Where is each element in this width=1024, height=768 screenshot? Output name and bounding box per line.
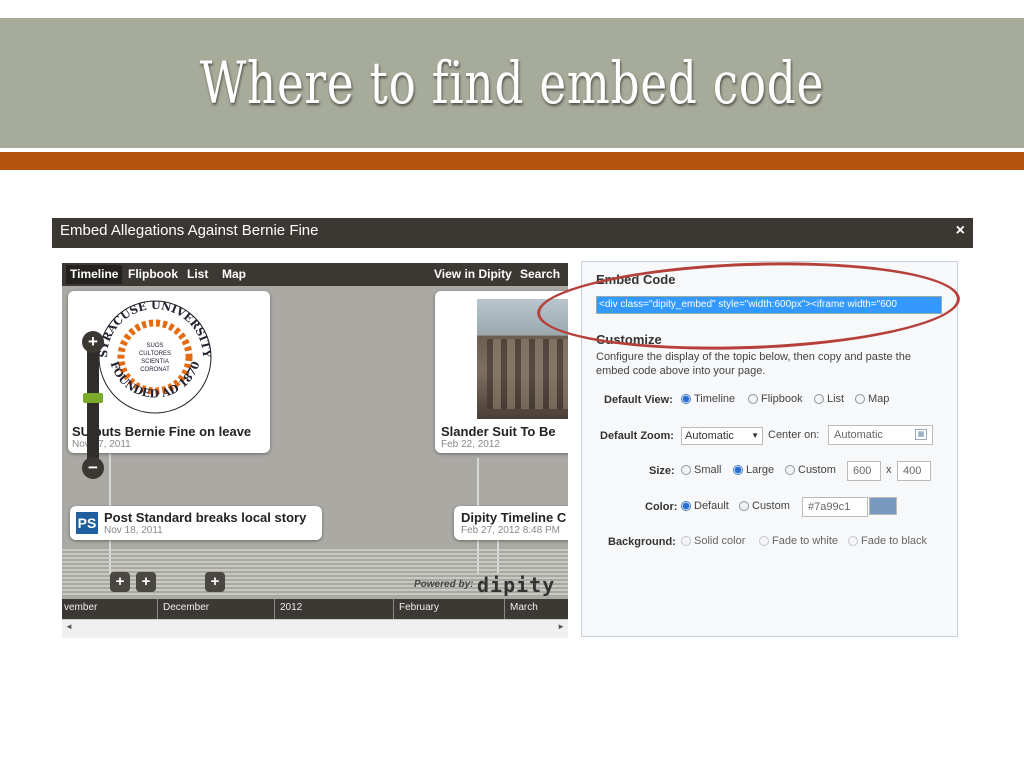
event-date: Feb 27, 2012 8:48 PM — [461, 525, 560, 536]
width-field[interactable]: 600 — [847, 461, 881, 481]
view-option-flipbook[interactable]: Flipbook — [748, 393, 803, 405]
center-on-field[interactable]: Automatic ▦ — [828, 425, 933, 445]
seal-center-text: CULTORES — [139, 351, 171, 357]
slide-header: Where to find embed code — [0, 18, 1024, 148]
color-hex-field[interactable]: #7a99c1 — [802, 497, 868, 517]
size-separator: x — [886, 464, 892, 476]
customize-heading: Customize — [596, 332, 662, 347]
add-event-button[interactable]: + — [110, 572, 130, 592]
zoom-out-button[interactable]: − — [82, 457, 104, 479]
event-date: Feb 22, 2012 — [441, 439, 500, 450]
default-zoom-label: Default Zoom: — [600, 430, 674, 442]
radio-icon[interactable] — [814, 394, 824, 404]
zoom-handle[interactable] — [83, 393, 103, 403]
seal-center-text: SCIENTIA — [141, 359, 169, 365]
slide-divider — [0, 152, 1024, 170]
event-title: Slander Suit To Be — [441, 424, 556, 439]
radio-icon[interactable] — [759, 536, 769, 546]
view-in-dipity-link[interactable]: View in Dipity — [434, 267, 512, 281]
view-option-map[interactable]: Map — [855, 393, 889, 405]
size-option-custom[interactable]: Custom — [785, 464, 836, 476]
event-card[interactable]: Dipity Timeline C Feb 27, 2012 8:48 PM — [454, 506, 568, 540]
default-view-label: Default View: — [604, 394, 673, 406]
color-option-custom[interactable]: Custom — [739, 500, 790, 512]
radio-icon[interactable] — [855, 394, 865, 404]
event-connector — [497, 538, 499, 573]
event-date: Nov 18, 2011 — [104, 525, 163, 536]
preview-nav: Timeline Flipbook List Map View in Dipit… — [62, 263, 568, 286]
axis-divider — [504, 599, 505, 619]
calendar-icon[interactable]: ▦ — [915, 429, 927, 440]
axis-divider — [274, 599, 275, 619]
tab-list[interactable]: List — [187, 267, 208, 281]
embed-code-text[interactable]: <div class="dipity_embed" style="width:6… — [597, 297, 941, 313]
axis-label: December — [163, 602, 210, 613]
timeline-preview: Timeline Flipbook List Map View in Dipit… — [62, 263, 568, 638]
background-option-solid[interactable]: Solid color — [681, 535, 745, 547]
radio-icon[interactable] — [733, 465, 743, 475]
search-link[interactable]: Search — [520, 267, 560, 281]
size-label: Size: — [649, 465, 675, 477]
radio-icon[interactable] — [681, 394, 691, 404]
zoom-in-button[interactable]: + — [82, 331, 104, 353]
post-standard-logo: PS — [76, 512, 98, 534]
tab-map[interactable]: Map — [222, 267, 246, 281]
close-icon[interactable]: × — [956, 222, 965, 240]
radio-icon[interactable] — [848, 536, 858, 546]
customize-description: Configure the display of the topic below… — [596, 351, 911, 377]
courthouse-photo — [477, 299, 568, 419]
scroll-left-icon[interactable]: ◄ — [65, 622, 73, 631]
axis-label: February — [399, 602, 440, 613]
zoom-select[interactable]: Automatic ▼ — [681, 427, 763, 445]
view-option-timeline[interactable]: Timeline — [681, 393, 735, 405]
embed-dialog: Embed Allegations Against Bernie Fine × … — [52, 218, 973, 648]
background-option-fade-black[interactable]: Fade to black — [848, 535, 927, 547]
radio-icon[interactable] — [785, 465, 795, 475]
axis-divider — [393, 599, 394, 619]
tab-timeline[interactable]: Timeline — [66, 265, 123, 284]
powered-by-label: Powered by: — [414, 579, 474, 590]
axis-label: March — [510, 602, 538, 613]
background-label: Background: — [608, 536, 676, 548]
radio-icon[interactable] — [681, 536, 691, 546]
zoom-slider[interactable]: + − — [82, 331, 104, 481]
zoom-track[interactable] — [87, 351, 99, 461]
axis-label: vember — [64, 602, 98, 613]
dialog-title: Embed Allegations Against Bernie Fine — [60, 222, 319, 239]
scroll-right-icon[interactable]: ► — [557, 622, 565, 631]
radio-icon[interactable] — [681, 465, 691, 475]
seal-center-text: SUOS — [146, 343, 163, 349]
height-field[interactable]: 400 — [897, 461, 931, 481]
slide-title: Where to find embed code — [199, 49, 825, 117]
add-event-button[interactable]: + — [136, 572, 156, 592]
size-option-large[interactable]: Large — [733, 464, 774, 476]
event-card[interactable]: Slander Suit To Be Feb 22, 2012 — [435, 291, 568, 453]
dialog-titlebar: Embed Allegations Against Bernie Fine × — [52, 218, 973, 248]
axis-label: 2012 — [280, 602, 303, 613]
embed-settings-panel: Embed Code <div class="dipity_embed" sty… — [581, 261, 958, 637]
color-swatch[interactable] — [869, 497, 897, 515]
color-label: Color: — [645, 501, 678, 513]
embed-code-field[interactable]: <div class="dipity_embed" style="width:6… — [596, 296, 942, 314]
embed-code-heading: Embed Code — [596, 272, 676, 287]
view-option-list[interactable]: List — [814, 393, 844, 405]
event-title: Post Standard breaks local story — [104, 510, 307, 525]
color-option-default[interactable]: Default — [681, 500, 729, 512]
seal-center-text: CORONAT — [140, 367, 170, 373]
background-option-fade-white[interactable]: Fade to white — [759, 535, 838, 547]
center-on-label: Center on: — [768, 429, 820, 441]
tab-flipbook[interactable]: Flipbook — [128, 267, 178, 281]
timeline-scrollbar[interactable]: ◄ ► — [62, 619, 568, 638]
chevron-down-icon: ▼ — [751, 431, 759, 440]
dipity-logo[interactable]: dipity — [477, 573, 555, 597]
radio-icon[interactable] — [739, 501, 749, 511]
radio-icon[interactable] — [748, 394, 758, 404]
axis-divider — [157, 599, 158, 619]
event-card[interactable]: PS Post Standard breaks local story Nov … — [70, 506, 322, 540]
event-title: Dipity Timeline C — [461, 510, 567, 525]
radio-icon[interactable] — [681, 501, 691, 511]
size-option-small[interactable]: Small — [681, 464, 722, 476]
timeline-axis: vember December 2012 February March — [62, 599, 568, 619]
add-event-button[interactable]: + — [205, 572, 225, 592]
